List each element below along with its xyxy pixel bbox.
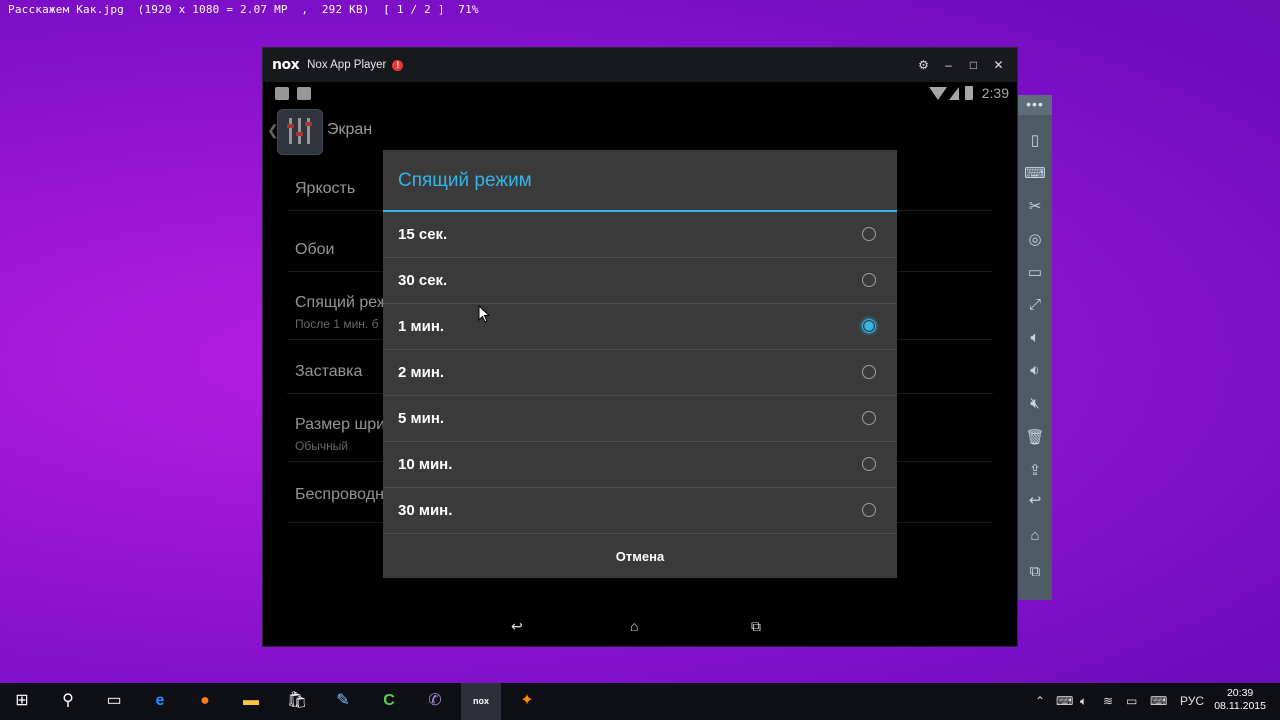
dialog-title: Спящий режим: [398, 170, 532, 191]
sleep-option-label: 15 сек.: [398, 226, 448, 243]
nox-icon[interactable]: nox: [468, 688, 494, 714]
home-icon[interactable]: ⌂: [630, 618, 638, 634]
nox-app-window: nox Nox App Player ! ⚙ – □ ✕ 2:39 ❮ Экра…: [262, 47, 1018, 647]
chevron-up-icon[interactable]: ⌃: [1035, 694, 1045, 708]
input-icon[interactable]: ⌨: [1150, 694, 1167, 708]
network-icon[interactable]: ≋: [1103, 694, 1113, 708]
recents-icon[interactable]: ⧉: [751, 618, 761, 635]
nox-logo: nox: [272, 57, 300, 73]
taskbar-clock[interactable]: 20:39 08.11.2015: [1214, 687, 1266, 713]
sleep-mode-dialog: Спящий режим 15 сек. 30 сек. 1 мин. 2 мин. 5…: [383, 150, 897, 578]
back-icon[interactable]: ↩: [511, 618, 523, 635]
radio-icon[interactable]: [862, 411, 876, 425]
radio-icon[interactable]: [862, 273, 876, 287]
scissors-icon[interactable]: ✂: [1018, 197, 1052, 215]
mouse-cursor: [478, 305, 490, 323]
sleep-option-label: 10 мин.: [398, 456, 453, 473]
paint-icon[interactable]: ✎: [330, 688, 356, 714]
android-screen: 2:39 ❮ Экран Яркость Обои Спящий реж Пос…: [263, 82, 1017, 646]
photo-app-icon[interactable]: ✦: [514, 688, 540, 714]
windows-taskbar: ⊞ ⚲ ▭ e ● ▬ 🛍︎ ✎ C ✆ nox ✦ ⌃ ⌨ 🔈︎ ≋ ▭ ⌨ …: [0, 683, 1280, 720]
sleep-option-label: 30 сек.: [398, 272, 448, 289]
keyboard-icon[interactable]: ⌨: [1018, 164, 1052, 182]
sleep-option[interactable]: 5 мин.: [383, 396, 897, 442]
task-view-icon[interactable]: ▭: [101, 688, 127, 714]
keyboard-tray-icon[interactable]: ⌨: [1056, 694, 1073, 708]
back-icon[interactable]: ↩: [1018, 491, 1052, 509]
sleep-option[interactable]: 2 мин.: [383, 350, 897, 396]
sleep-option[interactable]: 15 сек.: [383, 212, 897, 258]
volume-down-icon[interactable]: 🔉︎: [1018, 362, 1052, 379]
sleep-option-label: 2 мин.: [398, 364, 445, 381]
radio-icon[interactable]: [862, 503, 876, 517]
trash-icon[interactable]: 🗑︎: [1018, 428, 1052, 446]
cancel-button[interactable]: Отмена: [383, 533, 897, 579]
radio-icon[interactable]: [862, 227, 876, 241]
sleep-option[interactable]: 30 мин.: [383, 488, 897, 534]
more-icon[interactable]: •••: [1018, 95, 1052, 115]
location-icon[interactable]: ◎: [1018, 230, 1052, 248]
recents-icon[interactable]: ⧉: [1018, 563, 1052, 580]
sleep-option-label: 1 мин.: [398, 318, 445, 335]
language-indicator[interactable]: РУС: [1180, 694, 1204, 708]
home-icon[interactable]: ⌂: [1018, 527, 1052, 544]
close-button[interactable]: ✕: [986, 58, 1011, 72]
settings-icon[interactable]: ⚙: [911, 58, 936, 72]
windows-start-icon[interactable]: ⊞: [9, 688, 35, 714]
alert-icon[interactable]: !: [392, 59, 404, 71]
nox-side-toolbar: ••• ▯ ⌨ ✂ ◎ ▭ ⤢ 🔈︎ 🔉︎ 🔇︎ 🗑︎ ⇪ ↩ ⌂ ⧉: [1018, 95, 1052, 600]
window-title: Nox App Player: [307, 59, 387, 71]
file-explorer-icon[interactable]: ▬: [238, 688, 264, 714]
maximize-button[interactable]: □: [961, 58, 986, 72]
mute-icon[interactable]: 🔇︎: [1018, 395, 1052, 412]
radio-icon[interactable]: [862, 365, 876, 379]
image-viewer-caption: Расскажем Как.jpg (1920 x 1080 = 2.07 MP…: [8, 3, 479, 16]
camtasia-icon[interactable]: C: [376, 688, 402, 714]
window-titlebar[interactable]: nox Nox App Player ! ⚙ – □ ✕: [263, 48, 1017, 82]
volume-up-icon[interactable]: 🔈︎: [1018, 329, 1052, 346]
android-nav-bar: ↩ ⌂ ⧉: [263, 610, 1017, 646]
notifications-icon[interactable]: ▭: [1126, 694, 1137, 708]
sleep-option-label: 30 мин.: [398, 502, 453, 519]
search-icon[interactable]: ⚲: [55, 688, 81, 714]
edge-icon[interactable]: e: [147, 688, 173, 714]
firefox-icon[interactable]: ●: [192, 688, 218, 714]
sleep-option[interactable]: 1 мин.: [383, 304, 897, 350]
install-apk-icon[interactable]: ⇪: [1018, 461, 1052, 479]
clock-time: 20:39: [1226, 687, 1254, 699]
viber-icon[interactable]: ✆: [422, 688, 448, 714]
store-icon[interactable]: 🛍︎: [284, 688, 310, 714]
radio-selected-icon[interactable]: [862, 319, 876, 333]
clock-date: 08.11.2015: [1214, 700, 1266, 712]
screenshot-icon[interactable]: ▭: [1018, 263, 1052, 281]
volume-icon[interactable]: 🔈︎: [1080, 694, 1087, 709]
shake-icon[interactable]: ▯: [1018, 131, 1052, 149]
sleep-option[interactable]: 10 мин.: [383, 442, 897, 488]
minimize-button[interactable]: –: [936, 58, 961, 72]
fullscreen-icon[interactable]: ⤢: [1018, 296, 1052, 313]
sleep-option[interactable]: 30 сек.: [383, 258, 897, 304]
sleep-option-label: 5 мин.: [398, 410, 445, 427]
radio-icon[interactable]: [862, 457, 876, 471]
